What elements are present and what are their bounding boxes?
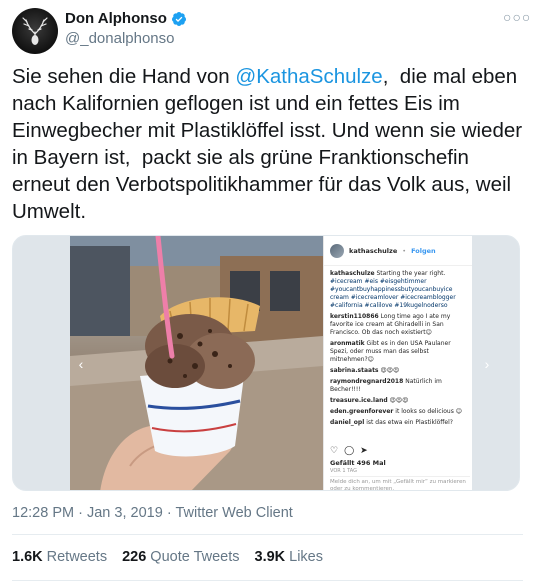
instagram-username: kathaschulze (349, 246, 398, 255)
comment-icon: ◯ (344, 446, 355, 456)
instagram-follow-button: Folgen (411, 246, 436, 255)
chevron-left-icon[interactable]: ‹ (73, 356, 89, 372)
quote-tweets-stat[interactable]: 226 Quote Tweets (122, 549, 239, 565)
divider (12, 534, 523, 535)
instagram-comment: eden.greenforever it looks so delicious … (330, 408, 462, 415)
share-icon: ➤ (360, 446, 368, 456)
ice-cream-photo-illustration (70, 236, 323, 490)
deer-antler-icon (22, 17, 48, 45)
tweet-text-before: Sie sehen die Hand von (12, 65, 236, 88)
tweet-client[interactable]: Twitter Web Client (175, 505, 292, 521)
instagram-comment: sabrina.staats 😍😍😍 (330, 367, 400, 374)
instagram-caption: kathaschulze Starting the year right. #i… (330, 270, 456, 309)
author-handle[interactable]: @_donalphonso (65, 30, 174, 47)
media-left-padding (13, 236, 70, 490)
instagram-login-prompt: Melde dich an, um mit „Gefällt mir“ zu m… (330, 476, 470, 490)
instagram-post-panel: kathaschulze • Folgen kathaschulze Start… (323, 236, 474, 490)
instagram-actions: ♡ ◯ ➤ (330, 446, 368, 456)
tweet-text: Sie sehen die Hand von @KathaSchulze, di… (12, 63, 524, 225)
author-display-name[interactable]: Don Alphonso (65, 10, 167, 27)
instagram-comment: daniel_opl ist das etwa ein Plastiklöffe… (330, 419, 453, 426)
retweets-label: Retweets (46, 549, 108, 565)
verified-badge-icon (171, 11, 186, 26)
likes-label: Likes (289, 549, 323, 565)
instagram-date: VOR 1 TAG (330, 468, 357, 474)
quote-tweets-count: 226 (122, 549, 147, 565)
tweet-stats: 1.6K Retweets 226 Quote Tweets 3.9K Like… (12, 549, 323, 565)
instagram-post-header: kathaschulze • Folgen (324, 236, 474, 266)
instagram-likes: Gefällt 496 Mal (330, 459, 386, 467)
mention-link[interactable]: @KathaSchulze (235, 65, 382, 88)
chevron-right-icon[interactable]: › (479, 356, 495, 372)
instagram-comment: kerstin110866 Long time ago I ate my fav… (330, 313, 451, 336)
tweet-media[interactable]: kathaschulze • Folgen kathaschulze Start… (12, 235, 520, 491)
instagram-comment: treasure.ice.land 😍😍😍 (330, 397, 409, 404)
instagram-avatar (330, 243, 344, 258)
heart-icon: ♡ (330, 446, 339, 456)
tweet-timestamp: 12:28 PM · Jan 3, 2019 · Twitter Web Cli… (12, 505, 293, 521)
meta-separator: · (166, 505, 172, 521)
divider (12, 580, 523, 581)
tweet-date[interactable]: Jan 3, 2019 (87, 505, 163, 521)
more-options-icon[interactable]: ○○○ (503, 10, 530, 24)
likes-count: 3.9K (254, 549, 286, 565)
tweet-text-after: , die mal eben nach Kalifornien geflogen… (12, 65, 528, 223)
tweet-header: Don Alphonso @_donalphonso ○○○ (12, 8, 530, 54)
meta-separator: · (78, 505, 83, 521)
tweet-time[interactable]: 12:28 PM (12, 505, 74, 521)
retweets-count: 1.6K (12, 549, 43, 565)
instagram-comments: kathaschulze Starting the year right. #i… (324, 266, 474, 427)
instagram-comment: raymondregnard2018 Natürlich im Becher!!… (330, 378, 442, 393)
ice-cream-photo[interactable] (70, 236, 323, 490)
instagram-comment: aronmatik Gibt es in den USA Paulaner Sp… (330, 340, 451, 363)
instagram-separator-dot: • (402, 246, 407, 255)
likes-stat[interactable]: 3.9K Likes (255, 549, 324, 565)
avatar[interactable] (12, 8, 58, 54)
quote-tweets-label: Quote Tweets (150, 549, 240, 565)
retweets-stat[interactable]: 1.6K Retweets (12, 549, 107, 565)
author-name-line: Don Alphonso (65, 10, 187, 27)
